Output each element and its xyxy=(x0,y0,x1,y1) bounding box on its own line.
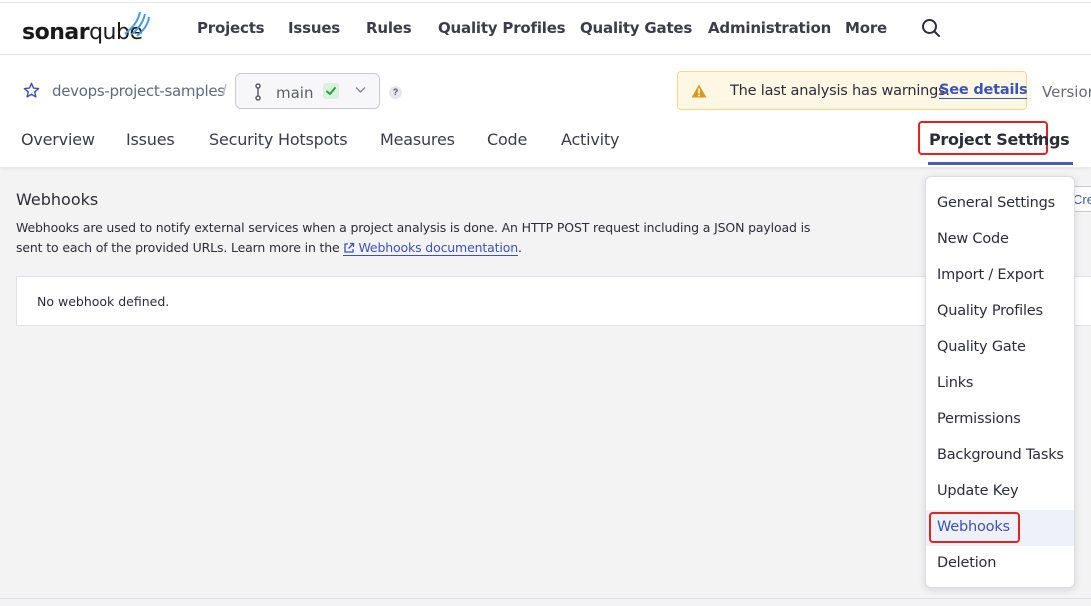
branch-selector[interactable]: main xyxy=(235,73,380,109)
project-header: devops-project-samples / main ? The last… xyxy=(0,55,1091,167)
webhooks-documentation-link[interactable]: Webhooks documentation xyxy=(343,240,518,256)
menu-item-permissions[interactable]: Permissions xyxy=(926,402,1074,438)
menu-item-label: General Settings xyxy=(937,195,1056,211)
analysis-warning-banner: The last analysis has warnings. See deta… xyxy=(677,71,1028,110)
active-tab-indicator xyxy=(928,162,1073,165)
menu-item-label: Links xyxy=(937,375,974,391)
menu-item-webhooks[interactable]: Webhooks xyxy=(926,510,1074,546)
menu-item-label: Permissions xyxy=(937,411,1021,427)
branch-icon xyxy=(255,83,261,101)
tab-project-settings[interactable]: Project Settings xyxy=(918,121,1070,155)
version-label: Version xyxy=(1042,83,1091,101)
menu-item-label: Import / Export xyxy=(937,267,1044,283)
project-settings-menu: General Settings New Code Import / Expor… xyxy=(925,176,1075,588)
warning-icon xyxy=(691,84,707,98)
breadcrumb-separator: / xyxy=(222,81,227,100)
nav-quality-profiles[interactable]: Quality Profiles xyxy=(438,19,566,37)
search-icon[interactable] xyxy=(921,18,941,38)
top-divider xyxy=(0,2,1091,3)
nav-more[interactable]: More xyxy=(845,19,887,37)
nav-issues[interactable]: Issues xyxy=(288,19,340,37)
menu-item-quality-profiles[interactable]: Quality Profiles xyxy=(926,294,1074,330)
project-settings-label: Project Settings xyxy=(929,130,1070,149)
warning-text: The last analysis has warnings. xyxy=(730,83,950,99)
menu-item-import-export[interactable]: Import / Export xyxy=(926,258,1074,294)
menu-item-background-tasks[interactable]: Background Tasks xyxy=(926,438,1074,474)
branch-name: main xyxy=(276,84,314,102)
menu-item-label: Update Key xyxy=(937,483,1019,499)
menu-item-label: Quality Profiles xyxy=(937,303,1043,319)
check-icon xyxy=(326,87,336,95)
page-title: Webhooks xyxy=(16,190,99,209)
menu-item-update-key[interactable]: Update Key xyxy=(926,474,1074,510)
tab-overview[interactable]: Overview xyxy=(21,130,95,149)
quality-gate-passed-badge xyxy=(323,83,339,99)
tab-security-hotspots[interactable]: Security Hotspots xyxy=(209,130,348,149)
footer-divider xyxy=(0,598,1091,599)
sonarqube-logo[interactable]: sonar qube xyxy=(22,11,150,45)
external-link-icon xyxy=(344,242,355,253)
chevron-down-icon xyxy=(1032,134,1042,141)
empty-state-text: No webhook defined. xyxy=(37,294,170,309)
help-icon[interactable]: ? xyxy=(389,86,402,99)
create-button-label: Create xyxy=(1073,192,1091,207)
webhooks-description: Webhooks are used to notify external ser… xyxy=(16,218,826,258)
logo-waves-icon xyxy=(124,11,150,37)
logo-text-sonar: sonar xyxy=(22,20,90,45)
tab-issues[interactable]: Issues xyxy=(126,130,175,149)
nav-quality-gates[interactable]: Quality Gates xyxy=(580,19,692,37)
menu-item-general-settings[interactable]: General Settings xyxy=(926,186,1074,222)
menu-item-label: Deletion xyxy=(937,555,997,571)
tab-code[interactable]: Code xyxy=(487,130,527,149)
nav-projects[interactable]: Projects xyxy=(197,19,265,37)
chevron-down-icon xyxy=(355,86,366,94)
doc-link-label: Webhooks documentation xyxy=(358,240,519,255)
nav-administration[interactable]: Administration xyxy=(708,19,831,37)
menu-item-label: Webhooks xyxy=(937,519,1010,535)
menu-item-label: Quality Gate xyxy=(937,339,1026,355)
menu-item-deletion[interactable]: Deletion xyxy=(926,546,1074,582)
nav-rules[interactable]: Rules xyxy=(366,19,412,37)
description-end: . xyxy=(518,240,522,255)
menu-item-label: Background Tasks xyxy=(937,447,1064,463)
see-details-link[interactable]: See details xyxy=(939,82,1028,99)
project-name-link[interactable]: devops-project-samples xyxy=(52,82,225,100)
favorite-star-icon[interactable] xyxy=(23,82,40,99)
top-navbar: sonar qube Projects Issues Rules Quality … xyxy=(0,0,1091,55)
menu-item-label: New Code xyxy=(937,231,1009,247)
tab-activity[interactable]: Activity xyxy=(561,130,619,149)
menu-item-new-code[interactable]: New Code xyxy=(926,222,1074,258)
menu-item-quality-gate[interactable]: Quality Gate xyxy=(926,330,1074,366)
menu-item-links[interactable]: Links xyxy=(926,366,1074,402)
tab-measures[interactable]: Measures xyxy=(380,130,455,149)
